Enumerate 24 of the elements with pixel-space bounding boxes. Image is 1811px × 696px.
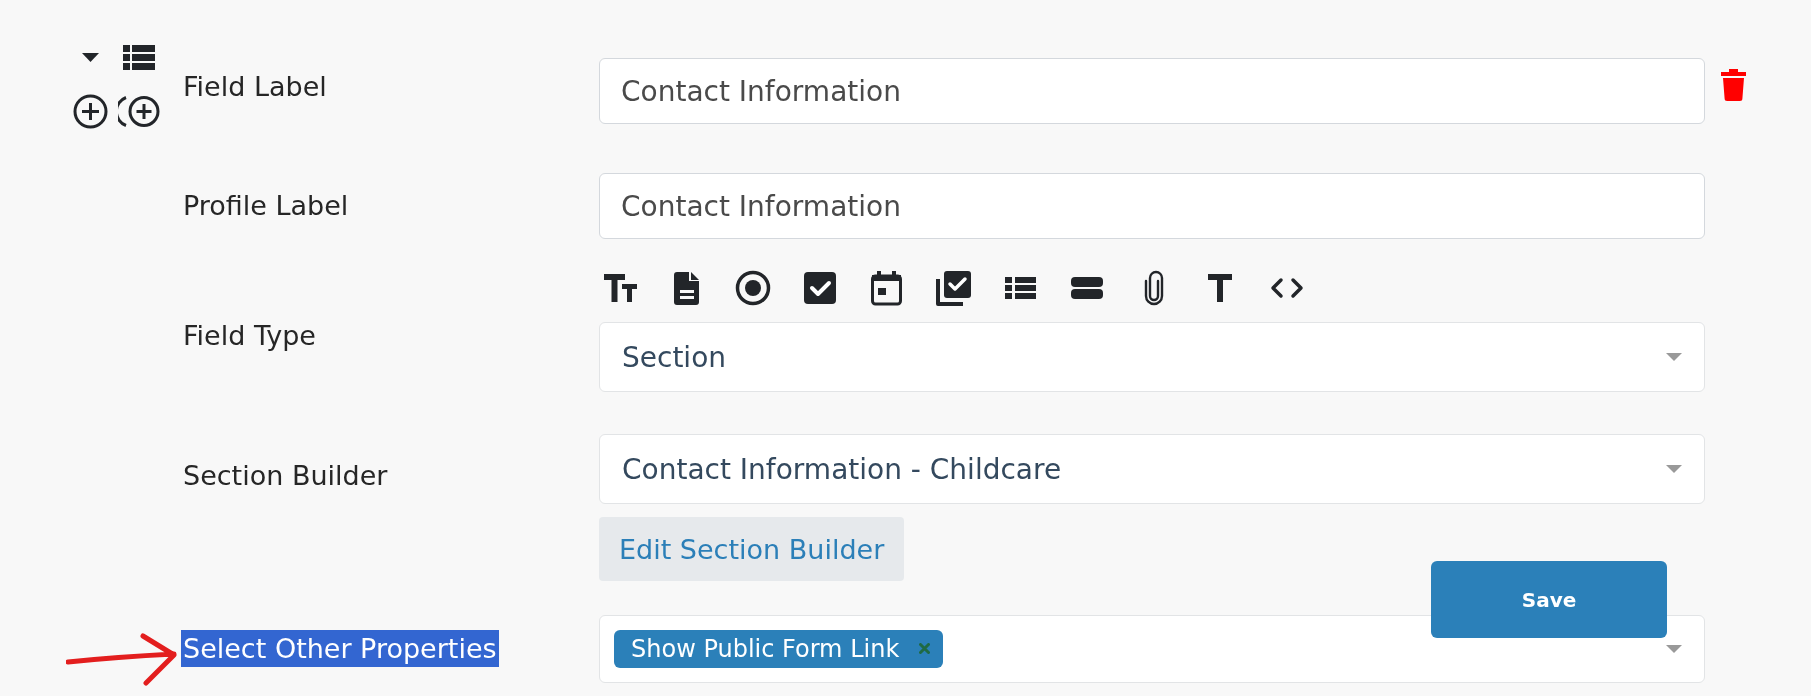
multi-select[interactable]: Show Public Form Link: [599, 614, 1705, 683]
property-tag[interactable]: Show Public Form Link: [614, 629, 944, 668]
text-input[interactable]: Contact Information: [599, 58, 1705, 124]
field-label: Select Other Properties: [181, 629, 499, 668]
field-label: Field Type: [182, 319, 317, 354]
save-button[interactable]: Save: [1431, 561, 1667, 638]
dropdown-select[interactable]: Contact Information - Childcare: [599, 434, 1705, 504]
field-label: Field Label: [182, 70, 328, 105]
caret-icon[interactable]: [81, 53, 99, 62]
list-icon[interactable]: [123, 45, 155, 70]
field-label: Section Builder: [182, 459, 389, 493]
plus-circle-arc-icon[interactable]: [118, 95, 160, 128]
field-label: Profile Label: [182, 189, 350, 224]
dropdown-select[interactable]: Section: [599, 322, 1705, 392]
text-input[interactable]: Contact Information: [599, 173, 1705, 239]
edit-button[interactable]: Edit Section Builder: [599, 517, 905, 581]
radio-icon[interactable]: [735, 270, 772, 306]
calendar-icon[interactable]: [871, 270, 903, 306]
paperclip-icon[interactable]: [1143, 270, 1164, 306]
checkbox-icon[interactable]: [804, 270, 837, 306]
trash-icon[interactable]: [1721, 69, 1746, 101]
file-icon[interactable]: [672, 270, 701, 306]
plus-circle-icon[interactable]: [72, 94, 108, 129]
multi-checkbox-icon[interactable]: [935, 270, 971, 306]
